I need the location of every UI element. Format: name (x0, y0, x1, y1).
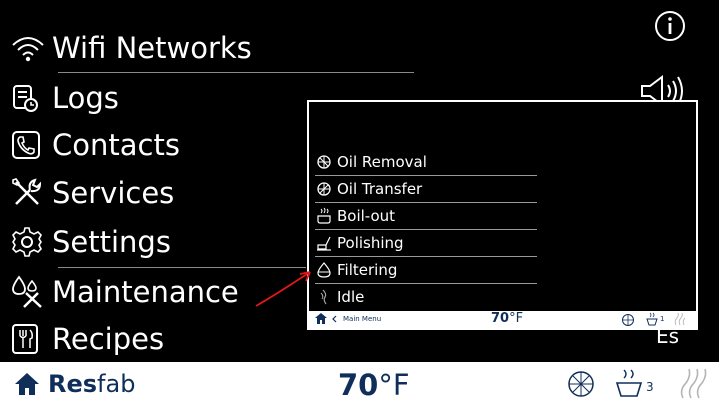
menu-item-maintenance[interactable]: Maintenance (10, 270, 239, 314)
polishing-icon (315, 234, 335, 252)
menu-item-wifi-networks[interactable]: Wifi Networks (10, 26, 252, 70)
maintenance-icon (10, 274, 52, 310)
fan-icon (621, 312, 635, 331)
logs-icon (10, 80, 52, 116)
annotation-arrow (255, 271, 311, 307)
submenu-item-oil-removal[interactable]: Oil Removal (315, 150, 427, 174)
chevron-left-icon (332, 315, 337, 322)
temperature-display: 70°F (338, 368, 410, 402)
submenu-item-filtering[interactable]: Filtering (315, 258, 397, 282)
vat-icon (614, 368, 644, 402)
menu-item-label: Logs (52, 80, 119, 115)
heat-icon (673, 311, 687, 330)
menu-item-recipes[interactable]: Recipes (10, 317, 164, 361)
menu-item-label: Maintenance (52, 274, 239, 309)
tools-icon (10, 175, 52, 211)
info-icon[interactable] (654, 10, 686, 46)
wifi-icon (10, 30, 52, 66)
menu-item-services[interactable]: Services (10, 171, 174, 215)
gear-icon (10, 224, 52, 260)
temperature-unit: °F (378, 368, 410, 402)
menu-item-logs[interactable]: Logs (10, 76, 119, 120)
phone-icon (10, 127, 52, 163)
brand-bold: Res (48, 370, 98, 398)
brand-logo: Resfab (48, 370, 135, 398)
brand-light: fab (97, 370, 136, 398)
divider (315, 229, 537, 230)
vat-count: 1 (660, 315, 665, 323)
menu-item-settings[interactable]: Settings (10, 220, 171, 264)
submenu-item-label: Oil Transfer (337, 180, 423, 198)
temperature-value: 70 (338, 368, 379, 402)
divider (58, 72, 414, 73)
vat-icon (645, 311, 659, 330)
submenu-item-label: Idle (337, 288, 365, 306)
status-bar: Resfab 70°F 3 (0, 362, 719, 406)
main-menu-label: Main Menu (343, 314, 382, 323)
temperature-unit: °F (509, 311, 524, 326)
submenu-item-label: Polishing (337, 234, 404, 252)
home-icon (15, 373, 39, 395)
heat-icon (678, 366, 710, 404)
temperature-value: 70 (491, 311, 510, 326)
recipes-icon (10, 321, 52, 357)
submenu-item-polishing[interactable]: Polishing (315, 231, 404, 255)
submenu-temperature: 70°F (491, 311, 523, 326)
divider (315, 256, 537, 257)
menu-item-contacts[interactable]: Contacts (10, 123, 180, 167)
submenu-status-bar: Main Menu 70°F 1 (309, 311, 696, 328)
home-icon (315, 313, 327, 324)
menu-item-label: Settings (52, 224, 171, 259)
home-button[interactable]: Resfab (14, 370, 135, 398)
submenu-item-label: Boil-out (337, 207, 396, 225)
submenu-item-boil-out[interactable]: Boil-out (315, 204, 395, 228)
menu-item-label: Contacts (52, 127, 180, 162)
submenu-item-idle[interactable]: Idle (315, 285, 364, 309)
divider (315, 202, 537, 203)
submenu-item-label: Filtering (337, 261, 398, 279)
oil-transfer-icon (315, 180, 335, 198)
divider (315, 283, 537, 284)
maintenance-screen: Wifi Networks Logs Contacts Services Set… (0, 0, 719, 406)
menu-item-label: Wifi Networks (52, 30, 252, 65)
submenu-item-oil-transfer[interactable]: Oil Transfer (315, 177, 422, 201)
boil-out-icon (315, 207, 335, 225)
vat-count: 3 (646, 380, 654, 394)
oil-removal-icon (315, 153, 335, 171)
fan-icon (565, 369, 597, 403)
main-menu-back-button[interactable]: Main Menu (315, 313, 381, 324)
maintenance-submenu-panel: Oil Removal Oil Transfer Boil-out Polish… (307, 100, 698, 330)
divider (315, 175, 537, 176)
submenu-item-label: Oil Removal (337, 153, 427, 171)
menu-item-label: Recipes (52, 321, 165, 356)
menu-item-label: Services (52, 175, 175, 210)
